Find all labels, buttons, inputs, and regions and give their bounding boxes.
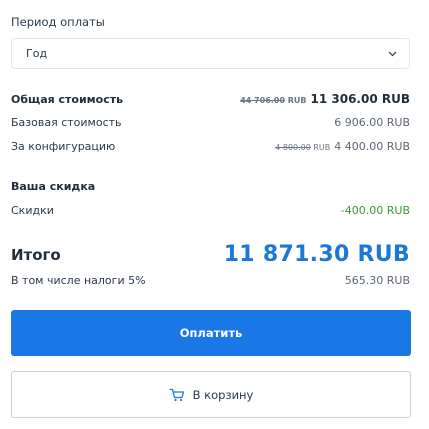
tax-value: 565.30 RUB — [344, 274, 410, 287]
base-cost-label: Базовая стоимость — [11, 116, 122, 129]
add-to-cart-button[interactable]: В корзину — [11, 371, 411, 418]
total-cost-row: Общая стоимость 44 706.00 RUB 11 306.00 … — [11, 92, 410, 106]
period-select-value: Год — [26, 47, 48, 60]
config-cost-row: За конфигурацию 4 800.00 RUB 4 400.00 RU… — [11, 140, 410, 153]
base-cost-row: Базовая стоимость 6 906.00 RUB — [11, 116, 410, 129]
total-cost-value: 11 306.00 RUB — [310, 92, 411, 106]
chevron-down-icon — [387, 49, 397, 59]
tax-row: В том числе налоги 5% 565.30 RUB — [11, 274, 410, 287]
base-cost-value: 6 906.00 RUB — [334, 116, 410, 129]
config-cost-label: За конфигурацию — [11, 140, 116, 153]
total-cost-old-currency: RUB — [287, 96, 307, 105]
period-label: Период оплаты — [11, 15, 105, 29]
pay-button[interactable]: Оплатить — [11, 310, 411, 356]
add-to-cart-label: В корзину — [192, 387, 254, 402]
total-cost-label: Общая стоимость — [11, 93, 124, 106]
config-cost-amount: 4 800.00 RUB 4 400.00 RUB — [275, 140, 410, 153]
discount-value: -400.00 RUB — [340, 204, 410, 217]
discount-label: Скидки — [11, 204, 54, 217]
total-cost-amount: 44 706.00 RUB 11 306.00 RUB — [240, 92, 410, 106]
config-cost-old-value: 4 800.00 — [275, 143, 311, 152]
grand-total-row: Итого 11 871.30 RUB — [11, 242, 410, 267]
config-cost-old-price: 4 800.00 RUB — [275, 143, 330, 152]
tax-label: В том числе налоги 5% — [11, 274, 146, 287]
period-select[interactable]: Год — [11, 38, 410, 69]
grand-total-value: 11 871.30 RUB — [223, 242, 410, 267]
cart-icon — [168, 388, 185, 402]
discount-row: Скидки -400.00 RUB — [11, 204, 410, 217]
grand-total-label: Итого — [11, 245, 61, 264]
config-cost-value: 4 400.00 RUB — [334, 140, 410, 153]
discount-title: Ваша скидка — [11, 180, 96, 193]
config-cost-old-currency: RUB — [313, 143, 331, 152]
total-cost-old-price: 44 706.00 RUB — [240, 96, 306, 105]
total-cost-old-value: 44 706.00 — [240, 96, 285, 105]
